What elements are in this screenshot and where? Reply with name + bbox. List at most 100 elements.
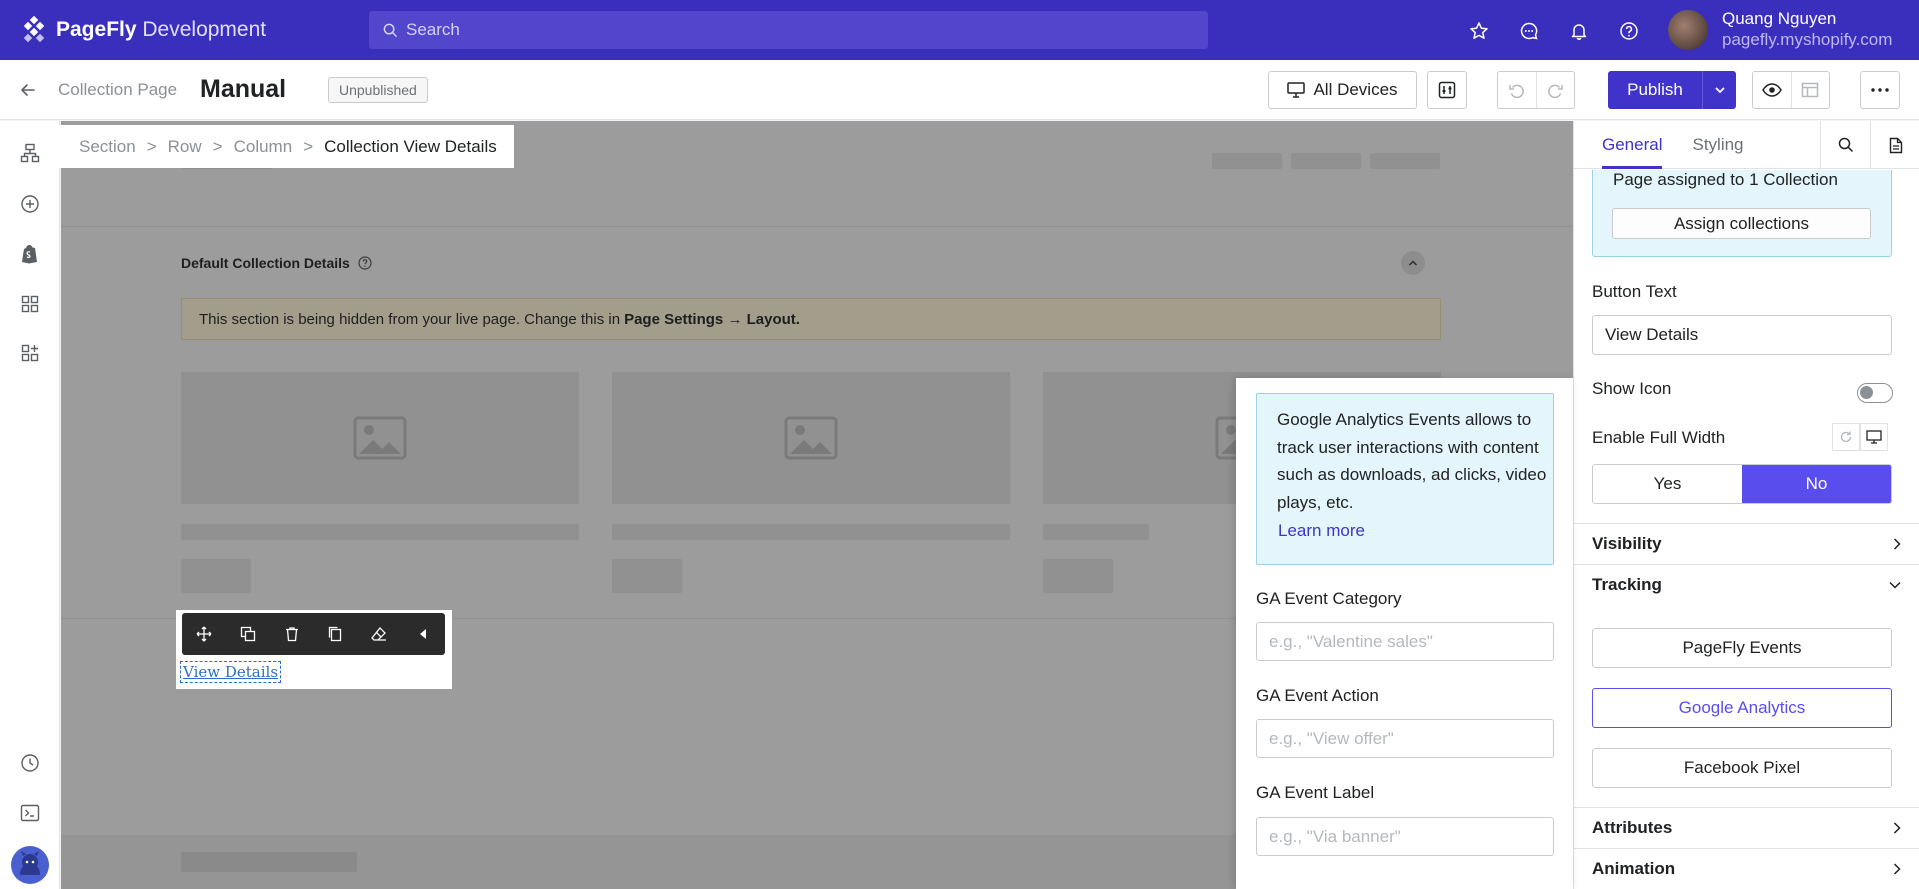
global-search[interactable]: Search bbox=[369, 11, 1208, 49]
show-icon-label: Show Icon bbox=[1592, 379, 1672, 398]
code-icon[interactable] bbox=[18, 801, 42, 825]
delete-icon[interactable] bbox=[270, 613, 314, 655]
collection-image-placeholder bbox=[181, 372, 579, 504]
eye-icon bbox=[1761, 83, 1782, 97]
page-settings-button[interactable] bbox=[1427, 71, 1467, 109]
redo-button[interactable] bbox=[1537, 72, 1575, 108]
layout-button[interactable] bbox=[1792, 72, 1830, 108]
breadcrumb: Section > Row > Column > Collection View… bbox=[57, 125, 514, 168]
bell-icon[interactable] bbox=[1566, 18, 1592, 44]
eraser-icon[interactable] bbox=[357, 613, 401, 655]
page-outline-icon[interactable] bbox=[18, 141, 42, 165]
more-button[interactable] bbox=[1860, 71, 1900, 109]
skeleton-line bbox=[181, 524, 579, 540]
question-circle-icon[interactable] bbox=[358, 256, 372, 270]
publish-dropdown-button[interactable] bbox=[1702, 71, 1736, 109]
assign-collections-button[interactable]: Assign collections bbox=[1612, 208, 1871, 239]
chevron-down-icon bbox=[1888, 580, 1902, 590]
brand-name: PageFly bbox=[56, 18, 137, 41]
user-menu[interactable]: Quang Nguyen pagefly.myshopify.com bbox=[1668, 9, 1892, 51]
reset-icon[interactable] bbox=[1832, 423, 1860, 451]
monitor-icon bbox=[1287, 82, 1313, 98]
caret-left-icon[interactable] bbox=[401, 613, 445, 655]
skeleton-nav-1 bbox=[1212, 153, 1282, 169]
show-icon-toggle[interactable] bbox=[1857, 383, 1893, 403]
monitor-icon[interactable] bbox=[1860, 423, 1888, 451]
breadcrumb-item-section[interactable]: Section bbox=[79, 137, 136, 157]
chevron-right-icon: > bbox=[303, 136, 314, 156]
chevron-right-icon bbox=[1892, 862, 1902, 876]
user-store: pagefly.myshopify.com bbox=[1722, 30, 1893, 49]
shopify-icon[interactable] bbox=[18, 242, 42, 266]
inspector-tabs: General Styling bbox=[1574, 121, 1919, 169]
learn-more-link[interactable]: Learn more bbox=[1278, 521, 1365, 541]
user-name: Quang Nguyen bbox=[1722, 9, 1837, 28]
devices-button[interactable]: All Devices bbox=[1268, 71, 1417, 109]
assistant-avatar-icon[interactable] bbox=[10, 845, 50, 885]
ga-category-input[interactable]: e.g., "Valentine sales" bbox=[1256, 622, 1554, 661]
ga-action-input[interactable]: e.g., "View offer" bbox=[1256, 719, 1554, 758]
search-icon[interactable] bbox=[1820, 121, 1870, 169]
notice-link[interactable]: Page Settings → Layout. bbox=[624, 311, 800, 328]
layout-icon bbox=[1801, 81, 1819, 99]
history-icon[interactable] bbox=[18, 751, 42, 775]
animation-label: Animation bbox=[1592, 859, 1676, 878]
chat-icon[interactable] bbox=[1516, 18, 1542, 44]
apps-icon[interactable] bbox=[18, 341, 42, 365]
tracking-label: Tracking bbox=[1592, 575, 1662, 594]
image-icon bbox=[353, 416, 407, 460]
move-icon[interactable] bbox=[182, 613, 226, 655]
star-icon[interactable] bbox=[1466, 18, 1492, 44]
skeleton-nav-2 bbox=[1291, 153, 1361, 169]
chevron-right-icon: > bbox=[212, 136, 223, 156]
ga-category-label: GA Event Category bbox=[1256, 589, 1402, 608]
publish-button[interactable]: Publish bbox=[1608, 71, 1702, 109]
ga-label-input[interactable]: e.g., "Via banner" bbox=[1256, 817, 1554, 856]
button-text-input[interactable]: View Details bbox=[1592, 315, 1892, 355]
tab-styling[interactable]: Styling bbox=[1692, 121, 1743, 169]
pagefly-events-button[interactable]: PageFly Events bbox=[1592, 628, 1892, 668]
section-title: Default Collection Details bbox=[181, 255, 372, 271]
breadcrumb-item-column[interactable]: Column bbox=[234, 137, 293, 157]
undo-button[interactable] bbox=[1498, 72, 1537, 108]
assign-text: Page assigned to 1 Collection bbox=[1613, 170, 1838, 189]
full-width-label: Enable Full Width bbox=[1592, 428, 1726, 447]
chevron-down-icon bbox=[1713, 83, 1727, 97]
ga-info-box: Google Analytics Events allows to track … bbox=[1256, 393, 1554, 565]
document-icon[interactable] bbox=[1870, 121, 1919, 169]
view-details-button-element[interactable]: View Details bbox=[180, 661, 282, 683]
animation-section[interactable]: Animation bbox=[1574, 848, 1919, 889]
page-type: Collection Page bbox=[58, 80, 178, 99]
devices-label: All Devices bbox=[1313, 80, 1398, 99]
arrow-left-icon[interactable] bbox=[18, 80, 38, 100]
templates-icon[interactable] bbox=[18, 292, 42, 316]
help-icon[interactable] bbox=[1616, 18, 1642, 44]
publish-control: Publish bbox=[1608, 71, 1736, 109]
full-width-no[interactable]: No bbox=[1742, 465, 1891, 503]
more-horizontal-icon bbox=[1871, 88, 1889, 92]
image-icon bbox=[784, 416, 838, 460]
avatar bbox=[1668, 10, 1708, 50]
full-width-yes[interactable]: Yes bbox=[1593, 465, 1742, 503]
breadcrumb-item-current[interactable]: Collection View Details bbox=[324, 137, 497, 157]
full-width-toggle-group: Yes No bbox=[1592, 464, 1892, 504]
tracking-section[interactable]: Tracking bbox=[1574, 564, 1919, 605]
chevron-up-icon bbox=[1407, 257, 1419, 269]
section-title-text: Default Collection Details bbox=[181, 255, 350, 271]
duplicate-icon[interactable] bbox=[226, 613, 270, 655]
breadcrumb-item-row[interactable]: Row bbox=[168, 137, 202, 157]
google-analytics-button[interactable]: Google Analytics bbox=[1592, 688, 1892, 728]
preview-button[interactable] bbox=[1753, 72, 1792, 108]
visibility-section[interactable]: Visibility bbox=[1574, 523, 1919, 564]
collapse-section-button[interactable] bbox=[1401, 251, 1425, 275]
divider bbox=[61, 226, 1573, 227]
notice-text: This section is being hidden from your l… bbox=[199, 310, 621, 328]
visibility-label: Visibility bbox=[1592, 534, 1662, 553]
add-element-icon[interactable] bbox=[18, 192, 42, 216]
copy-icon[interactable] bbox=[313, 613, 357, 655]
facebook-pixel-button[interactable]: Facebook Pixel bbox=[1592, 748, 1892, 788]
attributes-section[interactable]: Attributes bbox=[1574, 807, 1919, 848]
page-title[interactable]: Manual bbox=[200, 75, 286, 104]
tab-general[interactable]: General bbox=[1602, 121, 1663, 169]
app-logo[interactable]: PageFly Development bbox=[20, 16, 266, 44]
